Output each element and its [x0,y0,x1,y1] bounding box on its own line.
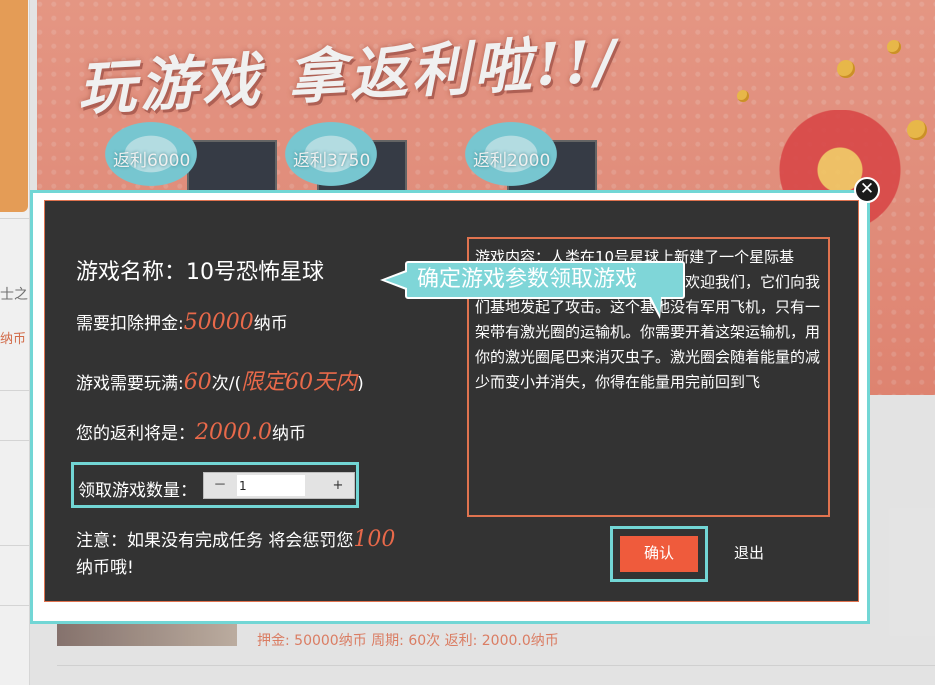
quantity-highlight: 领取游戏数量： － + [71,462,359,508]
note-suffix: 纳币哦! [76,558,134,578]
plays-limit: 限定60天内 [241,370,358,395]
rebate-label: 您的返利将是： [76,424,195,444]
penalty-value: 100 [353,527,396,552]
deposit-line: 需要扣除押金:50000纳币 [76,309,288,335]
deposit-value: 50000 [183,310,254,335]
quantity-stepper[interactable]: － + [203,472,355,499]
claim-game-dialog: 游戏名称：10号恐怖星球 需要扣除押金:50000纳币 游戏需要玩满:60次/(… [30,190,870,624]
close-icon[interactable]: ✕ [854,177,880,203]
plays-close: ) [357,374,364,394]
deposit-label: 需要扣除押金: [76,314,184,334]
quantity-label: 领取游戏数量： [78,481,197,501]
rebate-unit: 纳币 [271,424,306,444]
game-name-label: 游戏名称： [76,260,187,285]
tutorial-callout: 确定游戏参数领取游戏 [405,261,685,299]
rebate-line: 您的返利将是：2000.0纳币 [76,419,306,445]
exit-button[interactable]: 退出 [734,542,764,563]
increment-button[interactable]: + [322,473,354,498]
confirm-highlight: 确认 [610,526,708,582]
game-name: 10号恐怖星球 [186,260,325,285]
callout-pointer [385,272,407,288]
rebate-value: 2000.0 [195,420,272,445]
quantity-input[interactable] [237,475,305,496]
callout-pointer [651,297,661,315]
plays-unit: 次/( [211,374,242,394]
decrement-button[interactable]: － [204,473,236,498]
plays-label: 游戏需要玩满: [76,374,184,394]
plays-line: 游戏需要玩满:60次/(限定60天内) [76,364,364,396]
plays-value: 60 [183,370,212,395]
game-name-line: 游戏名称：10号恐怖星球 [76,254,324,286]
deposit-unit: 纳币 [253,314,288,334]
note-prefix: 注意：如果没有完成任务 将会惩罚您 [76,531,354,551]
penalty-note: 注意：如果没有完成任务 将会惩罚您100 纳币哦! [76,526,436,582]
confirm-button[interactable]: 确认 [620,536,698,572]
